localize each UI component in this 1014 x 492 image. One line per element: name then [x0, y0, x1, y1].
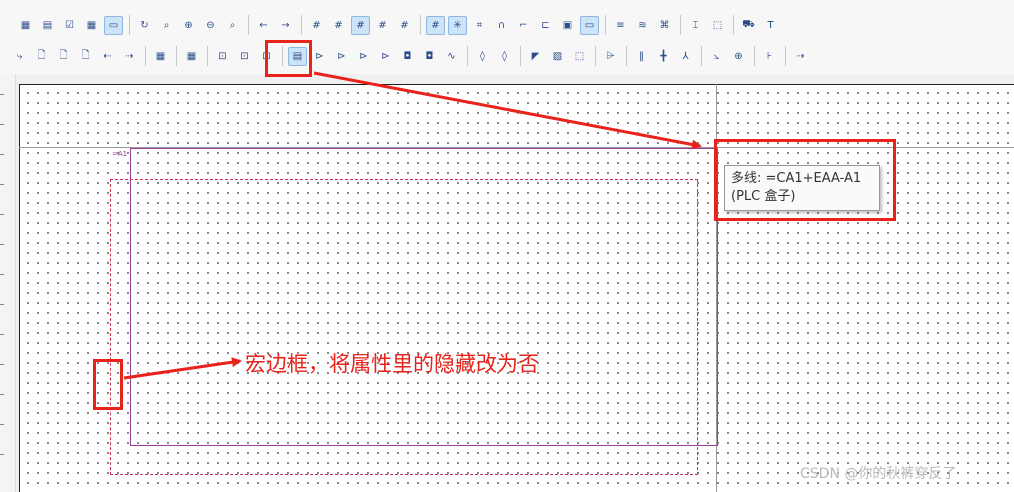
watermark: CSDN @你的秋裤穿反了: [800, 466, 957, 482]
annotation-arrows: [123, 71, 702, 380]
annotation-text: 宏边框，将属性里的隐藏改为否: [245, 352, 539, 376]
arrow-toolbar-to-tooltip: [313, 71, 702, 150]
arrow-edge-to-annotation: [123, 357, 242, 380]
